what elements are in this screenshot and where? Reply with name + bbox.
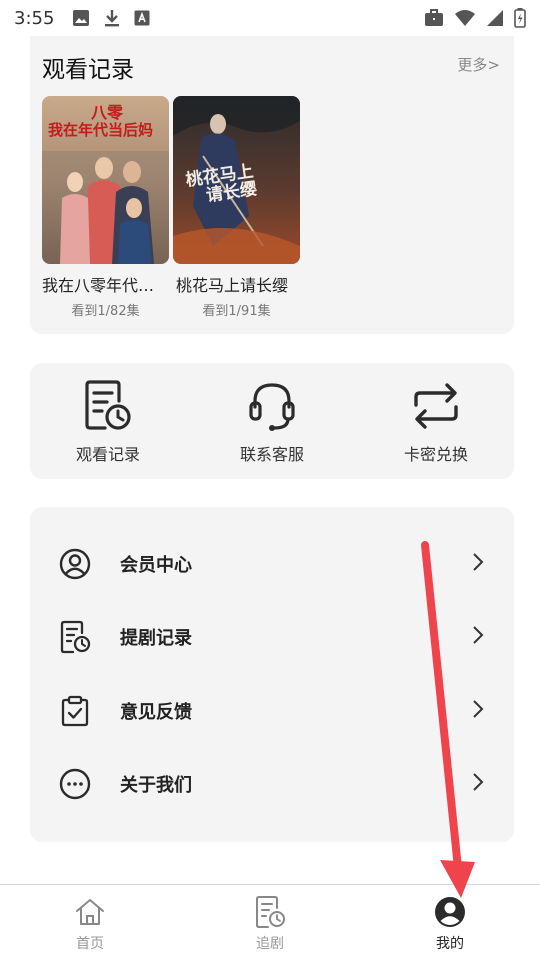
action-contact-support[interactable]: 联系客服 <box>212 363 332 479</box>
poster-1-title-art-text: 八零 我在年代当后妈 <box>48 103 154 139</box>
menu-item-about-us[interactable]: 关于我们 <box>30 748 514 822</box>
exchange-icon <box>410 379 462 433</box>
wifi-icon <box>454 9 476 27</box>
action-card-redeem-label: 卡密兑换 <box>403 445 468 464</box>
nav-following[interactable]: 追剧 <box>180 885 360 960</box>
headset-icon <box>246 379 298 433</box>
watch-history-card: 观看记录 更多> 八零 我在年代当后妈 我在八零年代… 看到1/82集 桃花马上… <box>30 36 514 334</box>
menu-item-about-us-label: 关于我们 <box>120 775 192 797</box>
quick-actions-card: 观看记录 联系客服 卡密兑换 <box>30 363 514 479</box>
status-icons-left <box>72 9 150 27</box>
watch-history-more-link[interactable]: 更多> <box>457 54 500 75</box>
action-watch-history[interactable]: 观看记录 <box>48 363 168 479</box>
nav-home-label: 首页 <box>76 936 104 952</box>
document-clock-icon <box>58 620 92 654</box>
signal-icon <box>486 9 504 27</box>
chevron-right-icon <box>472 772 484 796</box>
image-icon <box>72 9 90 27</box>
nav-mine-label: 我的 <box>436 936 464 952</box>
menu-item-feedback[interactable]: 意见反馈 <box>30 674 514 748</box>
action-watch-history-label: 观看记录 <box>75 445 140 464</box>
watch-history-title: 观看记录 <box>42 57 134 83</box>
clipboard-check-icon <box>58 694 92 728</box>
drama-progress-1: 看到1/82集 <box>71 304 140 319</box>
download-icon <box>104 9 120 27</box>
status-icons-right <box>424 8 526 28</box>
chevron-right-icon <box>472 552 484 576</box>
action-contact-support-label: 联系客服 <box>239 445 304 464</box>
menu-item-membership-label: 会员中心 <box>120 554 192 576</box>
drama-title-2[interactable]: 桃花马上请长缨 <box>176 272 306 296</box>
history-icon <box>82 379 134 433</box>
drama-poster-1[interactable]: 八零 我在年代当后妈 <box>42 96 169 264</box>
drama-title-1[interactable]: 我在八零年代… <box>42 272 172 296</box>
status-time: 3:55 <box>14 7 55 29</box>
menu-item-request-history[interactable]: 提剧记录 <box>30 601 514 675</box>
menu-item-membership[interactable]: 会员中心 <box>30 527 514 601</box>
nav-following-label: 追剧 <box>256 936 284 952</box>
font-icon <box>134 10 150 26</box>
status-bar: 3:55 <box>0 0 540 36</box>
user-circle-icon <box>58 547 92 581</box>
bottom-navigation: 首页 追剧 我的 <box>0 884 540 960</box>
nav-home[interactable]: 首页 <box>0 885 180 960</box>
battery-icon <box>514 8 526 28</box>
briefcase-icon <box>424 9 444 27</box>
more-dots-icon <box>58 767 92 801</box>
document-clock-icon <box>253 895 287 929</box>
home-icon <box>73 895 107 929</box>
nav-mine[interactable]: 我的 <box>360 885 540 960</box>
drama-progress-2: 看到1/91集 <box>202 304 271 319</box>
action-card-redeem[interactable]: 卡密兑换 <box>376 363 496 479</box>
menu-item-feedback-label: 意见反馈 <box>120 701 192 723</box>
profile-icon <box>433 895 467 929</box>
chevron-right-icon <box>472 699 484 723</box>
chevron-right-icon <box>472 625 484 649</box>
drama-poster-2[interactable]: 桃花马上 请长缨 <box>173 96 300 264</box>
settings-menu-card: 会员中心 提剧记录 意见反馈 关于我们 <box>30 507 514 842</box>
menu-item-request-history-label: 提剧记录 <box>120 628 192 650</box>
